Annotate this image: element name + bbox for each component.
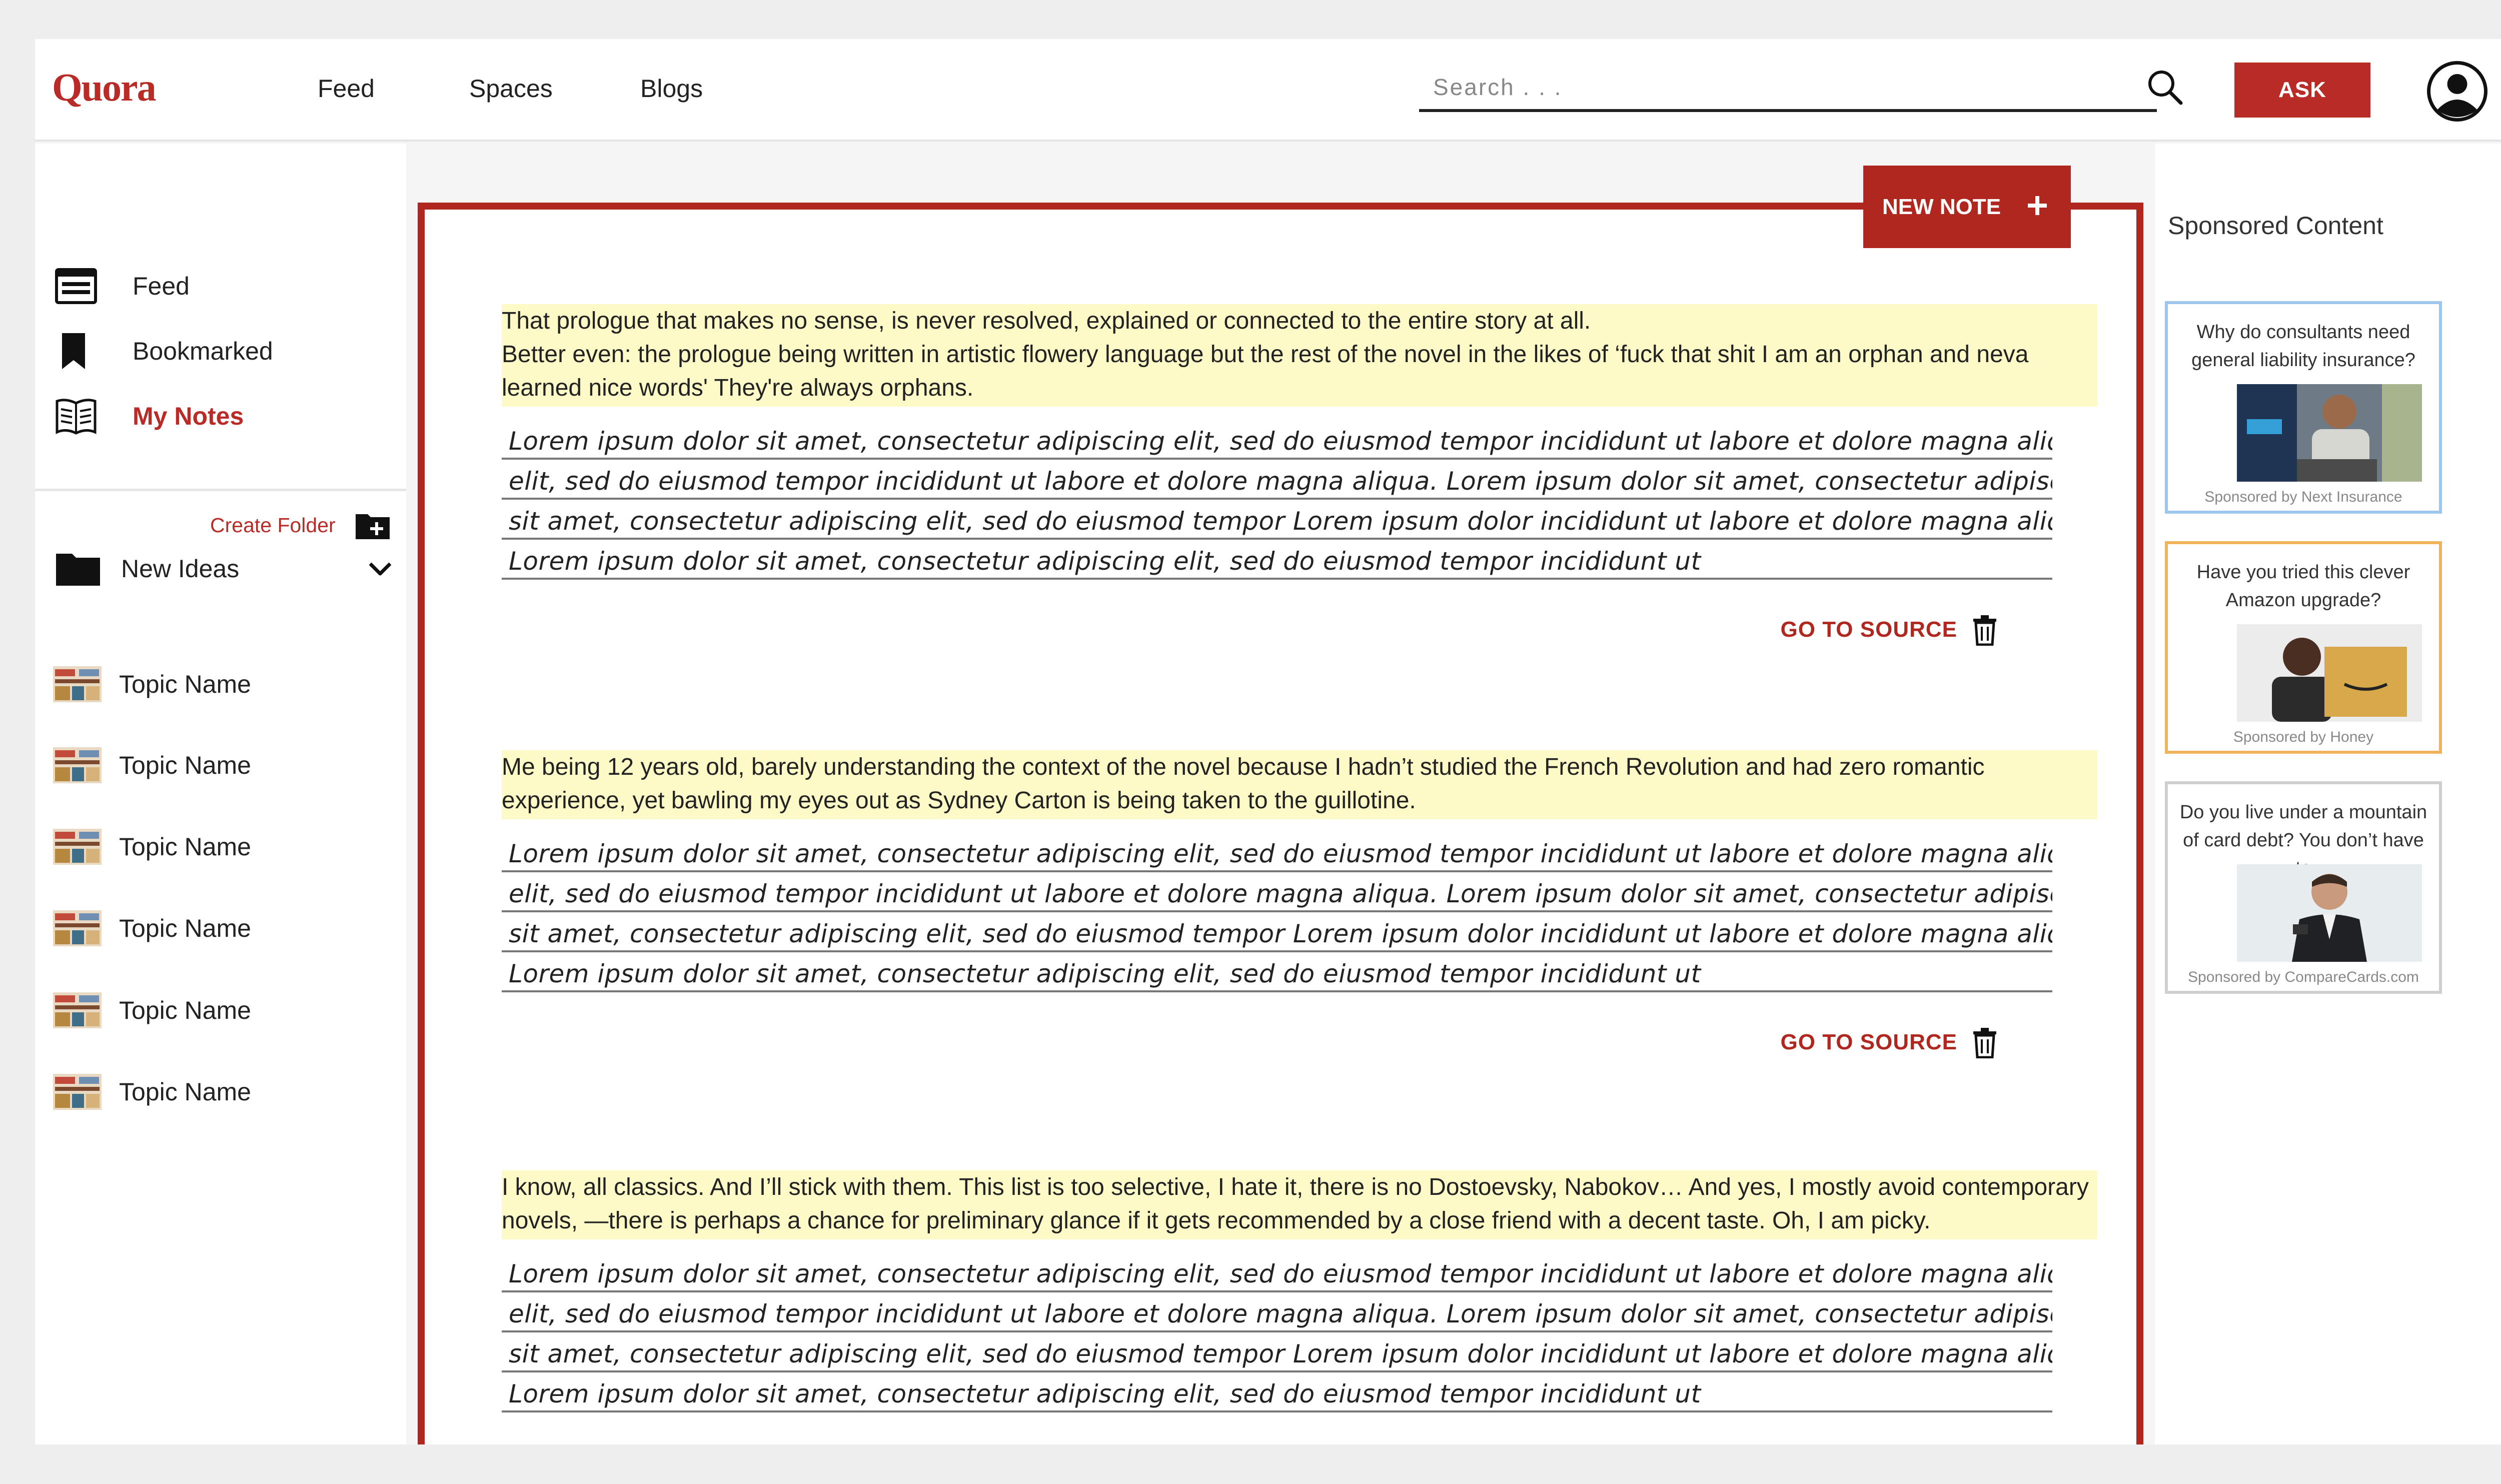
note-line: Lorem ipsum dolor sit amet, consectetur …	[502, 832, 2052, 872]
ad-card-honey[interactable]: Have you tried this clever Amazon upgrad…	[2165, 541, 2442, 754]
nav-feed[interactable]: Feed	[318, 74, 375, 103]
left-sidebar: Feed Bookmarked My Notes Create Folder N…	[35, 144, 406, 1444]
topic-thumbnail	[53, 1074, 102, 1110]
app-window: Quora Feed Spaces Blogs ASK Feed B	[35, 39, 2501, 1444]
note-line: Lorem ipsum dolor sit amet, consectetur …	[502, 1252, 2052, 1292]
sidebar-item-bookmarked[interactable]: Bookmarked	[55, 329, 273, 374]
ad-card-comparecards[interactable]: Do you live under a mountain of card deb…	[2165, 781, 2442, 994]
ad-card-next-insurance[interactable]: Why do consultants need general liabilit…	[2165, 301, 2442, 514]
note-line: elit, sed do eiusmod tempor incididunt u…	[502, 872, 2052, 912]
topic-label: Topic Name	[119, 1078, 251, 1106]
sponsored-column: Sponsored Content Why do consultants nee…	[2155, 144, 2501, 1444]
nav-spaces[interactable]: Spaces	[469, 74, 553, 103]
sidebar-divider	[35, 489, 406, 491]
topic-label: Topic Name	[119, 751, 251, 779]
ad-sponsor: Sponsored by CompareCards.com	[2188, 969, 2419, 985]
topic-label: Topic Name	[119, 833, 251, 861]
create-folder-label: Create Folder	[210, 513, 336, 537]
folder-label: New Ideas	[121, 555, 240, 583]
quora-logo[interactable]: Quora	[52, 65, 157, 110]
sidebar-item-label: My Notes	[133, 402, 244, 430]
handwritten-note[interactable]: Lorem ipsum dolor sit amet, consectetur …	[502, 832, 2052, 992]
sidebar-item-my-notes[interactable]: My Notes	[55, 394, 244, 439]
topic-item[interactable]: Topic Name	[53, 906, 251, 951]
sidebar-item-label: Bookmarked	[133, 337, 273, 365]
ask-button[interactable]: ASK	[2234, 63, 2370, 118]
folder-new-ideas[interactable]: New Ideas	[55, 544, 395, 594]
note-actions: GO TO SOURCE	[502, 580, 2097, 665]
ad-image-consultant	[2237, 384, 2422, 482]
bookmark-icon	[55, 331, 103, 371]
ad-question: Why do consultants need general liabilit…	[2191, 322, 2415, 371]
note-line: Lorem ipsum dolor sit amet, consectetur …	[502, 1372, 2052, 1412]
sponsored-title: Sponsored Content	[2168, 212, 2383, 240]
note-line: Lorem ipsum dolor sit amet, consectetur …	[502, 540, 2052, 580]
trash-icon[interactable]	[1972, 1027, 1997, 1058]
note-card: Me being 12 years old, barely understand…	[502, 750, 2097, 1077]
note-quote[interactable]: I know, all classics. And I’ll stick wit…	[502, 1170, 2097, 1239]
new-note-label: NEW NOTE	[1882, 194, 2001, 219]
topic-thumbnail	[53, 747, 102, 783]
note-quote[interactable]: That prologue that makes no sense, is ne…	[502, 304, 2097, 407]
handwritten-note[interactable]: Lorem ipsum dolor sit amet, consectetur …	[502, 1252, 2052, 1412]
top-header: Quora Feed Spaces Blogs ASK	[35, 39, 2501, 142]
topic-label: Topic Name	[119, 670, 251, 698]
nav-blogs[interactable]: Blogs	[640, 74, 703, 103]
note-quote[interactable]: Me being 12 years old, barely understand…	[502, 750, 2097, 819]
topic-label: Topic Name	[119, 996, 251, 1024]
sidebar-item-feed[interactable]: Feed	[55, 264, 190, 309]
folder-icon	[56, 554, 100, 586]
new-note-button[interactable]: NEW NOTE	[1863, 166, 2071, 248]
go-to-source-link[interactable]: GO TO SOURCE	[1781, 617, 1957, 642]
search-underline	[1419, 109, 2157, 112]
feed-icon	[55, 266, 103, 306]
ad-image-amazon-package	[2237, 624, 2422, 722]
note-line: elit, sed do eiusmod tempor incididunt u…	[502, 1292, 2052, 1332]
topic-thumbnail	[53, 910, 102, 946]
note-line: elit, sed do eiusmod tempor incididunt u…	[502, 460, 2052, 500]
note-card: That prologue that makes no sense, is ne…	[502, 304, 2097, 665]
note-card: I know, all classics. And I’ll stick wit…	[502, 1170, 2097, 1412]
ad-image-businessman	[2237, 864, 2422, 962]
trash-icon[interactable]	[1972, 615, 1997, 646]
search-input[interactable]	[1433, 69, 2008, 105]
topic-thumbnail	[53, 666, 102, 702]
search-icon[interactable]	[2145, 67, 2185, 107]
note-line: sit amet, consectetur adipiscing elit, s…	[502, 912, 2052, 952]
note-line: Lorem ipsum dolor sit amet, consectetur …	[502, 420, 2052, 460]
add-folder-icon	[355, 514, 390, 539]
topic-thumbnail	[53, 992, 102, 1028]
ad-question: Have you tried this clever Amazon upgrad…	[2196, 562, 2410, 611]
note-line: sit amet, consectetur adipiscing elit, s…	[502, 500, 2052, 540]
chevron-down-icon[interactable]	[365, 554, 395, 584]
ad-sponsor: Sponsored by Honey	[2233, 729, 2374, 745]
topic-item[interactable]: Topic Name	[53, 743, 251, 788]
topic-item[interactable]: Topic Name	[53, 824, 251, 869]
topic-label: Topic Name	[119, 914, 251, 942]
topic-item[interactable]: Topic Name	[53, 988, 251, 1033]
go-to-source-link[interactable]: GO TO SOURCE	[1781, 1030, 1957, 1055]
note-line: Lorem ipsum dolor sit amet, consectetur …	[502, 952, 2052, 992]
sidebar-item-label: Feed	[133, 272, 190, 300]
create-folder-button[interactable]: Create Folder	[210, 505, 391, 545]
topic-thumbnail	[53, 829, 102, 865]
user-avatar-icon[interactable]	[2426, 60, 2488, 123]
note-actions: GO TO SOURCE	[502, 992, 2097, 1077]
handwritten-note[interactable]: Lorem ipsum dolor sit amet, consectetur …	[502, 420, 2052, 580]
topic-item[interactable]: Topic Name	[53, 662, 251, 707]
note-line: sit amet, consectetur adipiscing elit, s…	[502, 1332, 2052, 1372]
ad-sponsor: Sponsored by Next Insurance	[2204, 489, 2402, 505]
topic-item[interactable]: Topic Name	[53, 1069, 251, 1114]
plus-icon	[2028, 196, 2047, 215]
notes-book-icon	[55, 396, 103, 436]
